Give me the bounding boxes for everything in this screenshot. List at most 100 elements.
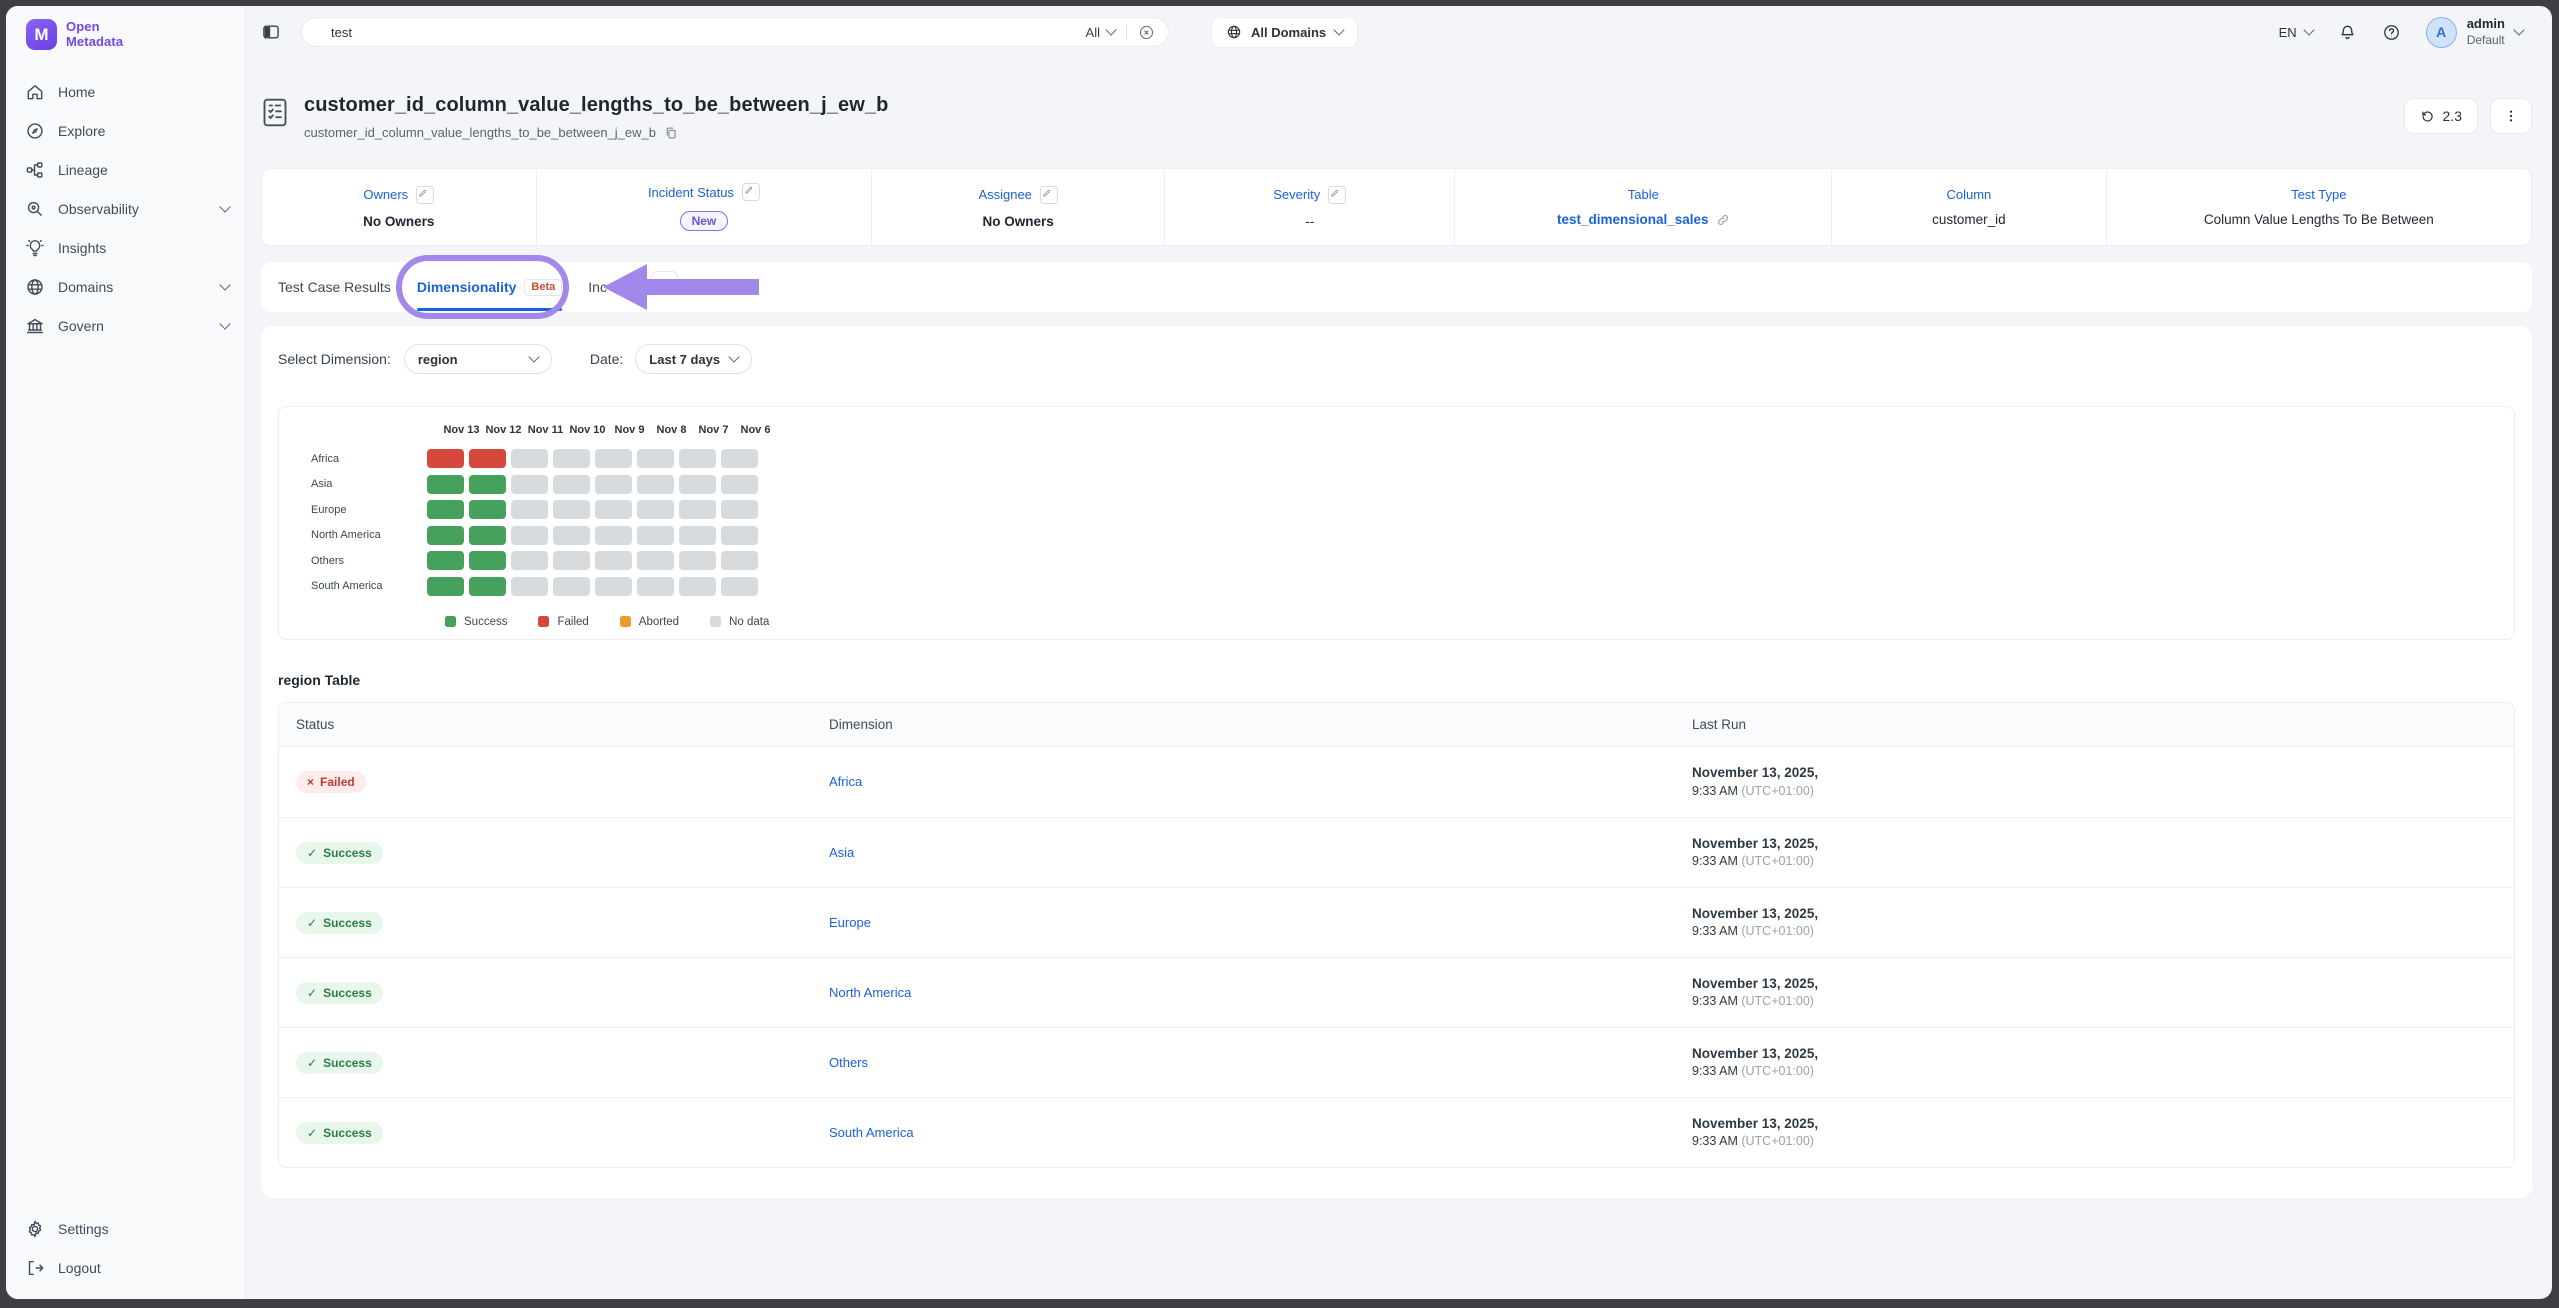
- edit-button[interactable]: [1040, 186, 1058, 204]
- kebab-menu-button[interactable]: [2490, 98, 2532, 134]
- heatmap-cell-nodata: [637, 526, 674, 545]
- status-cell: ✓Success: [279, 842, 812, 864]
- heatmap-cell-nodata: [679, 526, 716, 545]
- sidebar-item-insights[interactable]: Insights: [6, 228, 245, 267]
- meta-field-assignee: AssigneeNo Owners: [872, 169, 1165, 245]
- user-role: Default: [2467, 33, 2505, 48]
- status-text: Failed: [320, 775, 355, 789]
- heatmap-date-headers: Nov 13Nov 12Nov 11Nov 10Nov 9Nov 8Nov 7N…: [443, 424, 2498, 436]
- dimension-cell: South America: [812, 1124, 1675, 1142]
- globe-icon: [1226, 24, 1242, 40]
- meta-field-column: Column customer_id: [1832, 169, 2107, 245]
- app: M Open Metadata Home Explore LineageObserv…: [6, 6, 2552, 1299]
- meta-field-value: customer_id: [1932, 212, 2006, 227]
- dimensionality-panel: Select Dimension: region Date: Last 7 da…: [261, 326, 2532, 1198]
- version-button[interactable]: 2.3: [2404, 98, 2478, 134]
- heatmap-row-label: South America: [295, 580, 427, 592]
- sidebar-item-domains[interactable]: Domains: [6, 267, 245, 306]
- heatmap-cell-nodata: [637, 500, 674, 519]
- lineage-icon: [25, 160, 45, 180]
- dimension-link[interactable]: South America: [829, 1125, 914, 1140]
- all-domains-label: All Domains: [1251, 25, 1326, 40]
- dimension-link[interactable]: Africa: [829, 774, 862, 789]
- copy-icon[interactable]: [664, 126, 678, 140]
- explore-icon: [25, 121, 45, 141]
- edit-button[interactable]: [742, 183, 760, 201]
- meta-field-incident-status: Incident StatusNew: [537, 169, 873, 245]
- window-frame: M Open Metadata Home Explore LineageObserv…: [0, 0, 2559, 1308]
- heatmap-cell-nodata: [721, 449, 758, 468]
- heatmap-row: North America: [295, 526, 2498, 545]
- search-scope-select[interactable]: All: [1086, 25, 1115, 40]
- heatmap-cells: [427, 449, 758, 468]
- last-run-cell: November 13, 2025,9:33 AM (UTC+01:00): [1675, 1045, 2514, 1081]
- date-range-select[interactable]: Last 7 days: [635, 344, 752, 374]
- heatmap-row: Asia: [295, 475, 2498, 494]
- sidebar-item-govern[interactable]: Govern: [6, 306, 245, 345]
- heatmap-cell-nodata: [553, 449, 590, 468]
- meta-label-text: Column: [1946, 187, 1991, 202]
- dimension-select[interactable]: region: [404, 344, 552, 374]
- observability-icon: [25, 199, 45, 219]
- last-run-time-value: 9:33 AM: [1692, 994, 1741, 1008]
- title-block: customer_id_column_value_lengths_to_be_b…: [304, 94, 888, 140]
- heatmap-cell-success: [427, 475, 464, 494]
- dimension-link[interactable]: Others: [829, 1055, 868, 1070]
- sidebar-item-observability[interactable]: Observability: [6, 189, 245, 228]
- notifications-bell-icon[interactable]: [2338, 23, 2357, 42]
- sidebar-item-explore[interactable]: Explore: [6, 111, 245, 150]
- last-run-timezone: (UTC+01:00): [1741, 924, 1814, 938]
- table-link[interactable]: test_dimensional_sales: [1557, 212, 1730, 227]
- legend-label: Aborted: [639, 616, 679, 628]
- help-icon[interactable]: [2382, 23, 2401, 42]
- sidebar-item-logout[interactable]: Logout: [6, 1248, 245, 1287]
- heatmap-date-label: Nov 6: [737, 424, 774, 436]
- dimension-link[interactable]: Europe: [829, 915, 871, 930]
- sidebar-item-label: Home: [58, 84, 229, 100]
- tab-test-case-results[interactable]: Test Case Results: [278, 262, 391, 312]
- all-domains-button[interactable]: All Domains: [1211, 17, 1358, 48]
- incident-status-badge[interactable]: New: [680, 211, 729, 231]
- last-run-cell: November 13, 2025,9:33 AM (UTC+01:00): [1675, 835, 2514, 871]
- user-menu[interactable]: A admin Default: [2426, 16, 2523, 47]
- legend-label: Success: [464, 616, 507, 628]
- legend-swatch: [538, 616, 549, 627]
- tab-label: Dimensionality: [417, 279, 517, 295]
- tab-dimensionality[interactable]: DimensionalityBeta: [417, 262, 562, 312]
- edit-button[interactable]: [416, 186, 434, 204]
- heatmap-cells: [427, 500, 758, 519]
- legend-swatch: [445, 616, 456, 627]
- legend-label: Failed: [557, 616, 588, 628]
- select-dimension-label: Select Dimension:: [278, 351, 391, 367]
- sidebar-item-lineage[interactable]: Lineage: [6, 150, 245, 189]
- heatmap-cell-success: [427, 577, 464, 596]
- last-run-cell: November 13, 2025,9:33 AM (UTC+01:00): [1675, 1115, 2514, 1151]
- last-run-cell: November 13, 2025,9:33 AM (UTC+01:00): [1675, 975, 2514, 1011]
- heatmap-row: South America: [295, 577, 2498, 596]
- last-run-time: 9:33 AM (UTC+01:00): [1692, 1062, 2514, 1080]
- dimension-link[interactable]: North America: [829, 985, 911, 1000]
- dimension-link[interactable]: Asia: [829, 845, 854, 860]
- pencil-icon: [744, 185, 758, 199]
- filters-row: Select Dimension: region Date: Last 7 da…: [278, 344, 2515, 374]
- page-title: customer_id_column_value_lengths_to_be_b…: [304, 94, 888, 117]
- sidebar-item-home[interactable]: Home: [6, 72, 245, 111]
- search-input[interactable]: [302, 25, 1086, 40]
- sidebar-toggle-icon[interactable]: [261, 22, 281, 42]
- heatmap-row-label: Others: [295, 555, 427, 567]
- heatmap-cell-nodata: [511, 449, 548, 468]
- status-cell: ✓Success: [279, 982, 812, 1004]
- last-run-time: 9:33 AM (UTC+01:00): [1692, 782, 2514, 800]
- language-select[interactable]: EN: [2279, 25, 2313, 40]
- heatmap-legend: SuccessFailedAbortedNo data: [445, 616, 2498, 628]
- search-clear-icon[interactable]: [1138, 24, 1155, 41]
- sidebar-item-label: Explore: [58, 123, 229, 139]
- sidebar-item-settings[interactable]: Settings: [6, 1209, 245, 1248]
- pencil-icon: [1042, 188, 1056, 202]
- heatmap-cell-success: [469, 500, 506, 519]
- edit-button[interactable]: [1328, 186, 1346, 204]
- check-icon: ✓: [307, 986, 317, 1000]
- status-cell: ✓Success: [279, 1052, 812, 1074]
- app-logo[interactable]: M Open Metadata: [6, 6, 245, 60]
- meta-field-value: New: [680, 211, 729, 231]
